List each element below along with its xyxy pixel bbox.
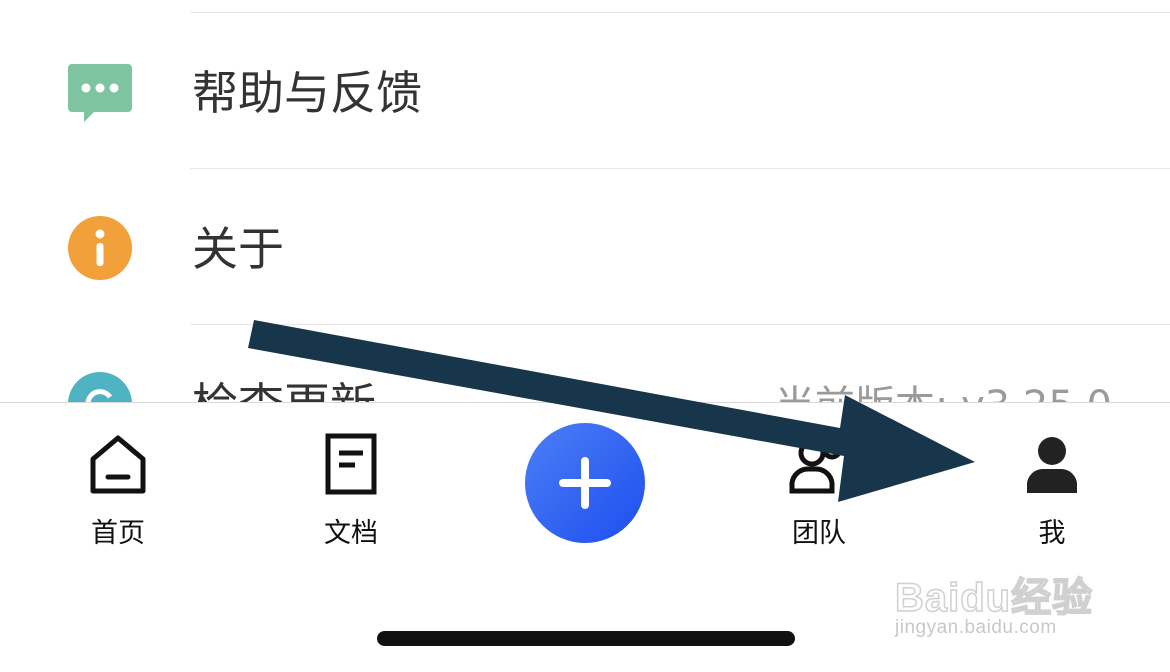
list-item-help-feedback[interactable]: 帮助与反馈 — [0, 14, 1170, 169]
tab-documents[interactable]: 文档 — [271, 431, 431, 551]
tab-label: 文档 — [324, 518, 378, 549]
divider — [190, 168, 1170, 169]
watermark: Baidu经验 jingyan.baidu.com — [894, 545, 1110, 645]
home-indicator[interactable] — [377, 631, 795, 646]
person-icon — [1027, 437, 1077, 493]
tab-home[interactable]: 首页 — [38, 431, 198, 551]
list-item-label: 帮助与反馈 — [192, 66, 422, 120]
team-icon — [789, 438, 843, 494]
watermark-logo: Baidu经验 — [894, 575, 1094, 621]
divider — [190, 324, 1170, 325]
add-button[interactable] — [525, 423, 645, 543]
divider — [190, 12, 1170, 13]
list-item-label: 检查更新 — [192, 382, 376, 402]
list-item-about[interactable]: 关于 — [0, 170, 1170, 325]
watermark-url: jingyan.baidu.com — [895, 617, 1057, 638]
info-icon — [68, 216, 132, 280]
home-icon — [90, 435, 146, 494]
tab-label: 首页 — [91, 518, 145, 549]
tab-label: 团队 — [792, 518, 846, 549]
plus-icon — [559, 457, 611, 509]
tab-team[interactable]: 团队 — [739, 431, 899, 551]
settings-list: 帮助与反馈 关于 检查更新 当前版本: v3.25.0 — [0, 0, 1170, 402]
list-item-label: 关于 — [192, 222, 284, 276]
list-item-check-update[interactable]: 检查更新 当前版本: v3.25.0 — [0, 326, 1170, 402]
update-icon — [68, 372, 132, 402]
current-version-value: 当前版本: v3.25.0 — [775, 386, 1112, 402]
chat-bubble-icon — [68, 64, 132, 122]
document-icon — [325, 433, 377, 495]
tab-me[interactable]: 我 — [972, 431, 1132, 551]
